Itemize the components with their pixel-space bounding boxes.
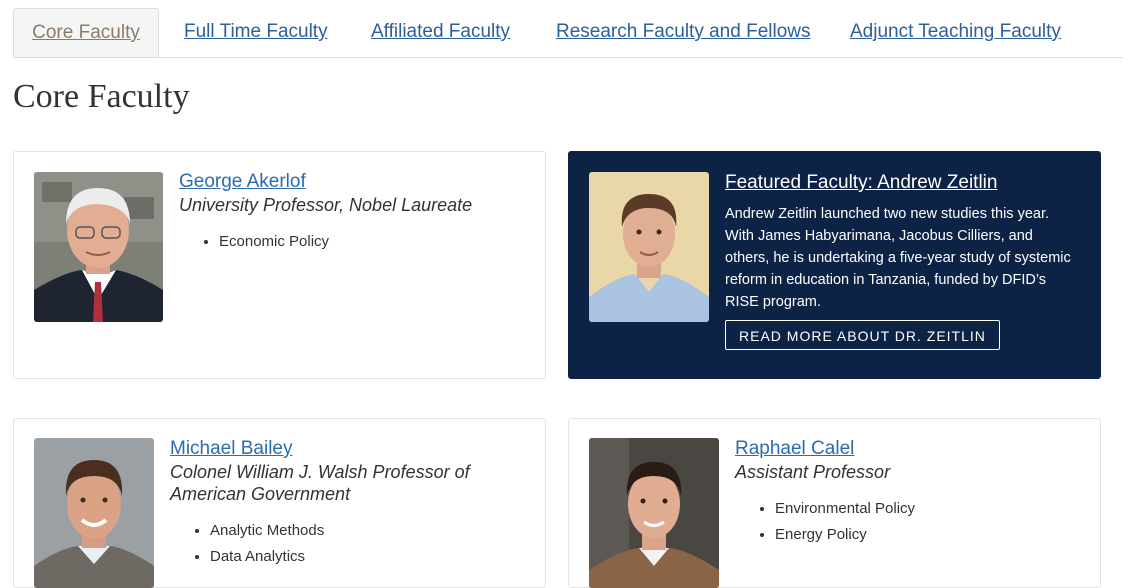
faculty-photo-calel[interactable] <box>589 438 719 588</box>
faculty-role-akerlof: University Professor, Nobel Laureate <box>179 195 473 215</box>
faculty-name-calel[interactable]: Raphael Calel <box>735 438 854 460</box>
faculty-name-akerlof[interactable]: George Akerlof <box>179 171 306 193</box>
tab-research-faculty-and-fellows[interactable]: Research Faculty and Fellows <box>556 8 811 56</box>
featured-faculty-title[interactable]: Featured Faculty: Andrew Zeitlin <box>725 172 997 194</box>
list-item: Data Analytics <box>210 544 324 570</box>
list-item: Economic Policy <box>219 229 329 255</box>
featured-faculty-card: Featured Faculty: Andrew Zeitlin Andrew … <box>568 151 1101 379</box>
faculty-tags-calel: Environmental Policy Energy Policy <box>753 496 915 548</box>
list-item: Energy Policy <box>775 522 915 548</box>
faculty-role-bailey: Colonel William J. Walsh Professor of Am… <box>170 462 470 504</box>
faculty-tags-bailey: Analytic Methods Data Analytics <box>188 518 324 570</box>
tab-adjunct-teaching-faculty[interactable]: Adjunct Teaching Faculty <box>850 8 1061 56</box>
list-item: Environmental Policy <box>775 496 915 522</box>
faculty-photo-bailey[interactable] <box>34 438 154 588</box>
tab-affiliated-faculty[interactable]: Affiliated Faculty <box>371 8 510 56</box>
faculty-card-bailey: Michael Bailey Colonel William J. Walsh … <box>13 418 546 588</box>
list-item: Analytic Methods <box>210 518 324 544</box>
tab-full-time-faculty[interactable]: Full Time Faculty <box>184 8 328 56</box>
featured-faculty-photo[interactable] <box>589 172 709 322</box>
faculty-photo-akerlof[interactable] <box>34 172 163 322</box>
read-more-button[interactable]: READ MORE ABOUT DR. ZEITLIN <box>725 320 1000 350</box>
tab-core-faculty[interactable]: Core Faculty <box>13 8 159 57</box>
faculty-name-bailey[interactable]: Michael Bailey <box>170 438 293 460</box>
featured-faculty-text: Andrew Zeitlin launched two new studies … <box>725 206 1071 310</box>
faculty-card-akerlof: George Akerlof University Professor, Nob… <box>13 151 546 379</box>
faculty-tags-akerlof: Economic Policy <box>197 229 329 255</box>
faculty-role-calel: Assistant Professor <box>735 462 891 482</box>
faculty-card-calel: Raphael Calel Assistant Professor Enviro… <box>568 418 1101 588</box>
page-title: Core Faculty <box>13 78 190 115</box>
faculty-tabs: Core Faculty Full Time Faculty Affiliate… <box>13 8 1123 58</box>
